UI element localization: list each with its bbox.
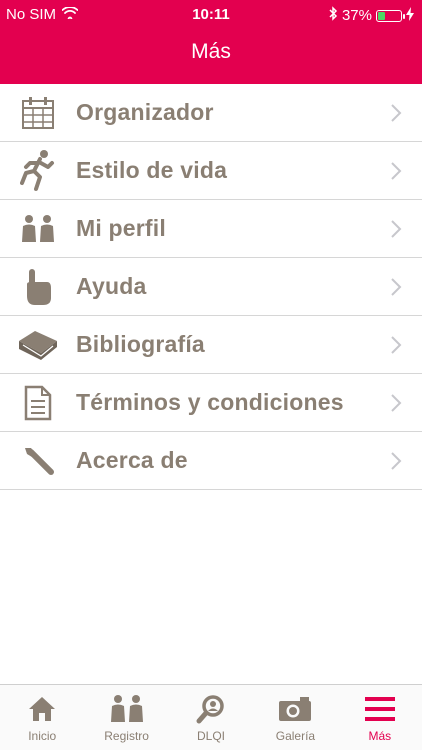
tab-mas[interactable]: Más (338, 685, 422, 750)
menu-item-label: Términos y condiciones (76, 389, 344, 415)
people-icon (107, 693, 147, 725)
menu-item-label: Mi perfil (76, 215, 166, 241)
battery-fill (378, 11, 385, 20)
tab-label: Inicio (28, 729, 57, 743)
menu-item-acerca-de[interactable]: Acerca de (0, 432, 422, 490)
tab-galeria[interactable]: Galería (253, 685, 337, 750)
menu-item-label: Organizador (76, 99, 214, 125)
menu-item-ayuda[interactable]: Ayuda (0, 258, 422, 316)
battery-percent: 37% (341, 7, 372, 24)
chevron-right-icon (390, 219, 402, 244)
menu-item-estilo-de-vida[interactable]: Estilo de vida (0, 142, 422, 200)
chevron-right-icon (390, 103, 402, 128)
battery-icon (376, 9, 405, 22)
wrench-icon (0, 432, 76, 490)
menu-item-label: Estilo de vida (76, 157, 228, 183)
charging-icon (406, 6, 414, 25)
chevron-right-icon (390, 393, 402, 418)
tab-label: DLQI (197, 729, 226, 743)
app-header: No SIM 10:11 37% Más (0, 0, 422, 84)
menu-item-label: Acerca de (76, 447, 188, 473)
menu-icon (364, 693, 395, 725)
document-icon (0, 374, 76, 432)
tab-registro[interactable]: Registro (84, 685, 168, 750)
status-right: 37% (329, 6, 414, 25)
menu-item-bibliografia[interactable]: Bibliografía (0, 316, 422, 374)
tab-bar: Inicio Registro DLQI Galería Más (0, 684, 422, 750)
runner-icon (0, 142, 76, 200)
book-icon (0, 316, 76, 374)
menu-item-organizador[interactable]: Organizador (0, 84, 422, 142)
pointing-hand-icon (0, 258, 76, 316)
tab-label: Más (368, 729, 392, 743)
tab-label: Galería (275, 729, 316, 743)
home-icon (28, 693, 56, 725)
tab-inicio[interactable]: Inicio (0, 685, 84, 750)
camera-icon (278, 693, 312, 725)
menu-item-label: Ayuda (76, 273, 147, 299)
status-bar: No SIM 10:11 37% (0, 0, 422, 30)
chevron-right-icon (390, 451, 402, 476)
page-title: Más (191, 40, 231, 63)
chevron-right-icon (390, 277, 402, 302)
tab-dlqi[interactable]: DLQI (169, 685, 253, 750)
magnifier-face-icon (196, 693, 226, 725)
chevron-right-icon (390, 335, 402, 360)
bluetooth-icon (329, 6, 338, 25)
more-menu-list: Organizador Estilo de vida Mi perfil Ayu… (0, 84, 422, 490)
calendar-icon (0, 84, 76, 142)
chevron-right-icon (390, 161, 402, 186)
people-icon (0, 200, 76, 258)
tab-label: Registro (104, 729, 149, 743)
menu-item-terminos[interactable]: Términos y condiciones (0, 374, 422, 432)
menu-item-label: Bibliografía (76, 331, 205, 357)
menu-item-mi-perfil[interactable]: Mi perfil (0, 200, 422, 258)
